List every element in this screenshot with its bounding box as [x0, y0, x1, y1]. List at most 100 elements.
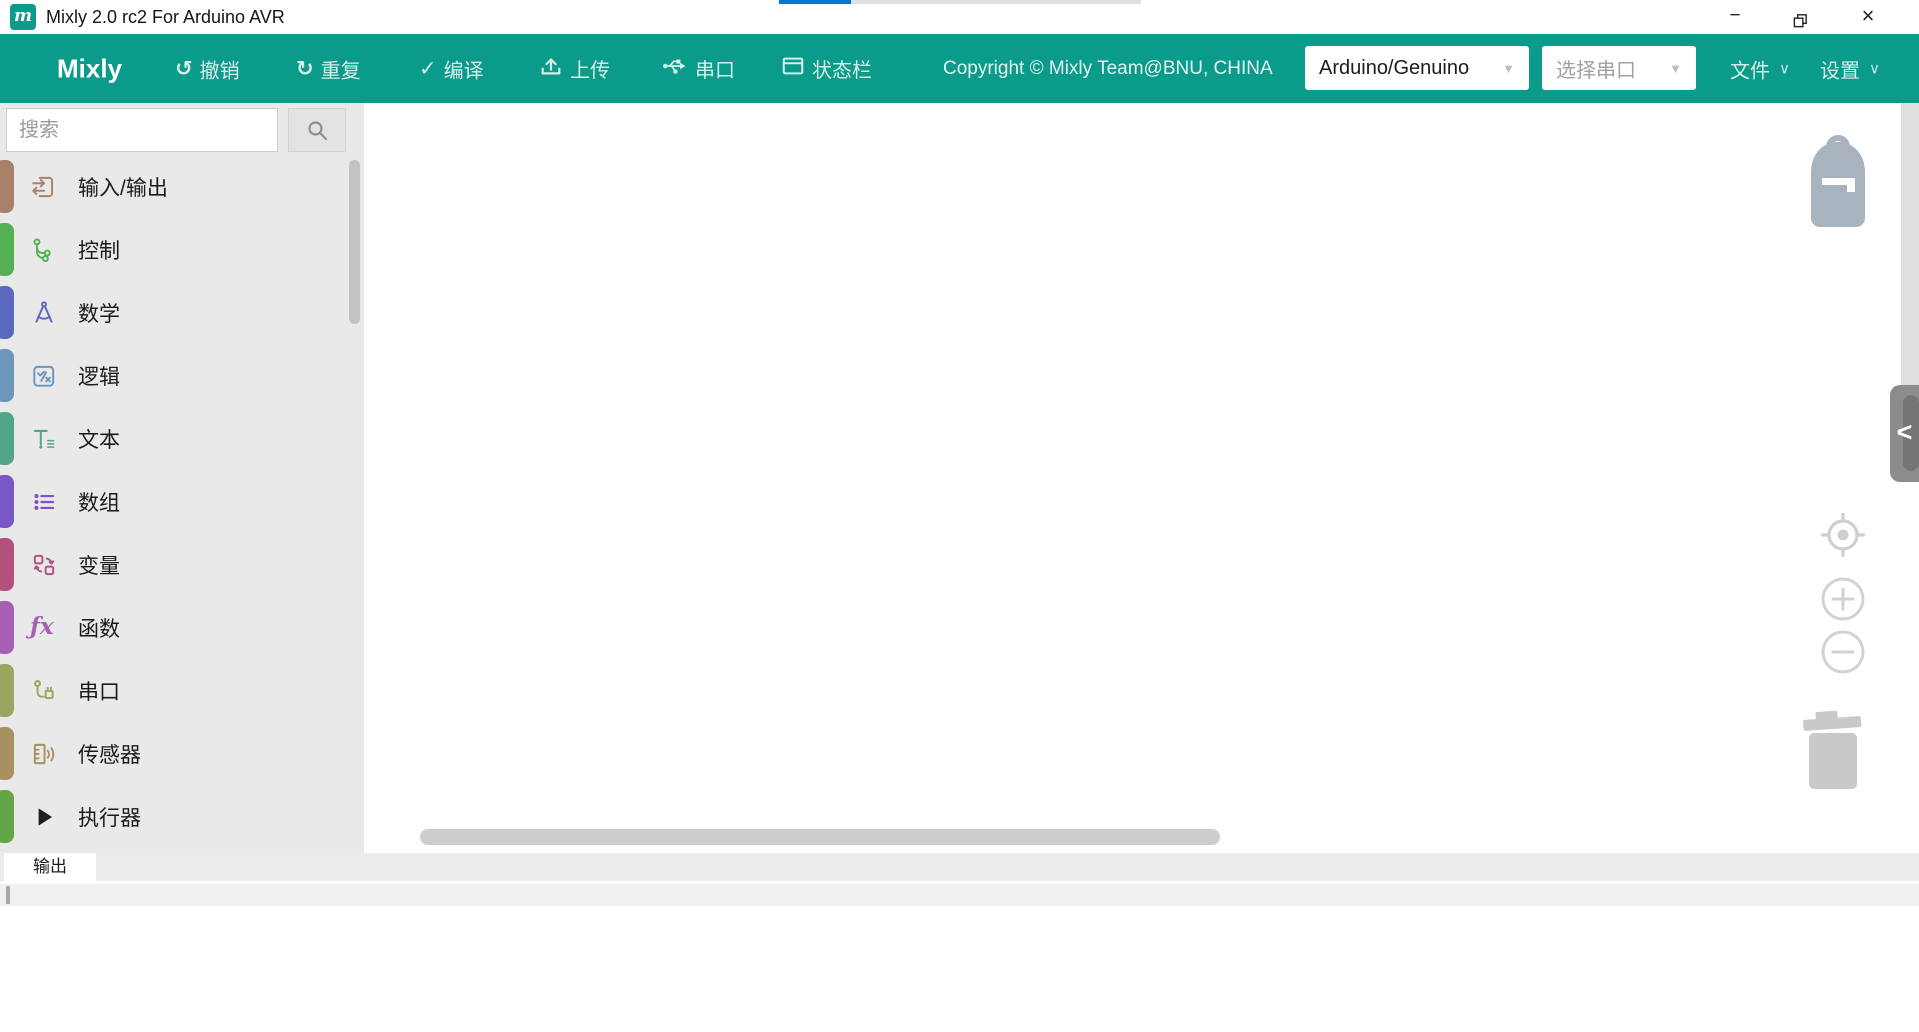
- sidebar: 输入/输出 控制: [0, 103, 364, 853]
- category-label: 数学: [78, 298, 120, 328]
- category-color-bar: [0, 412, 14, 465]
- function-fx-icon: ƒx: [30, 614, 58, 642]
- file-menu[interactable]: 文件 ∨: [1730, 54, 1790, 83]
- statusbar-label: 状态栏: [812, 54, 872, 83]
- actuator-play-icon: [30, 803, 58, 831]
- app-window: { "titlebar": { "app_title": "Mixly 2.0 …: [0, 0, 1919, 1032]
- category-label: 变量: [78, 550, 120, 580]
- text-icon: [30, 425, 58, 453]
- sensor-icon: [30, 740, 58, 768]
- search-button[interactable]: [288, 108, 346, 152]
- category-item-actuator[interactable]: 执行器: [0, 785, 364, 848]
- toolbar: Mixly ↺ 撤销 ↻ 重复 ✓ 编译 上传 串口: [0, 34, 1919, 103]
- statusbar-icon: [781, 54, 805, 84]
- minimize-button[interactable]: −: [1712, 0, 1758, 34]
- check-icon: ✓: [419, 58, 437, 79]
- undo-button[interactable]: ↺ 撤销: [175, 54, 240, 83]
- category-item-variable[interactable]: 变量: [0, 533, 364, 596]
- category-item-logic[interactable]: 逻辑: [0, 344, 364, 407]
- compile-button[interactable]: ✓ 编译: [419, 54, 484, 83]
- category-item-function[interactable]: ƒx 函数: [0, 596, 364, 659]
- category-color-bar: [0, 223, 14, 276]
- chevron-left-icon: <: [1890, 385, 1919, 482]
- control-icon: [30, 236, 58, 264]
- category-item-control[interactable]: 控制: [0, 218, 364, 281]
- serial-button[interactable]: 串口: [661, 54, 735, 84]
- category-color-bar: [0, 349, 14, 402]
- statusbar-button[interactable]: 状态栏: [781, 54, 872, 84]
- output-line: [0, 884, 1919, 906]
- restore-icon: [1792, 12, 1809, 29]
- board-selector[interactable]: Arduino/Genuino ▼: [1305, 46, 1529, 90]
- file-menu-label: 文件: [1730, 54, 1770, 83]
- category-item-array[interactable]: 数组: [0, 470, 364, 533]
- category-label: 执行器: [78, 802, 141, 832]
- category-label: 数组: [78, 487, 120, 517]
- category-color-bar: [0, 601, 14, 654]
- output-tabbar: 输出: [0, 853, 1919, 881]
- category-color-bar: [0, 160, 14, 213]
- canvas-horizontal-scrollbar[interactable]: [420, 829, 1220, 845]
- trash-icon[interactable]: [1802, 707, 1864, 796]
- restore-button[interactable]: [1777, 0, 1823, 34]
- chevron-down-icon: ∨: [1779, 60, 1790, 78]
- category-label: 函数: [78, 613, 120, 643]
- input-output-icon: [30, 173, 58, 201]
- undo-icon: ↺: [175, 58, 193, 79]
- brand-logo[interactable]: Mixly: [57, 53, 122, 84]
- tab-output[interactable]: 输出: [4, 853, 96, 881]
- compile-label: 编译: [444, 54, 484, 83]
- redo-button[interactable]: ↻ 重复: [296, 54, 361, 83]
- upload-label: 上传: [570, 54, 610, 83]
- variable-swap-icon: [30, 551, 58, 579]
- category-item-io[interactable]: 输入/输出: [0, 155, 364, 218]
- category-label: 文本: [78, 424, 120, 454]
- serial-label: 串口: [695, 54, 735, 83]
- backpack-icon[interactable]: [1808, 133, 1868, 233]
- serial-cable-icon: [30, 677, 58, 705]
- titlebar: m Mixly 2.0 rc2 For Arduino AVR − ×: [0, 0, 1919, 34]
- category-color-bar: [0, 790, 14, 843]
- app-title: Mixly 2.0 rc2 For Arduino AVR: [46, 0, 285, 34]
- upload-button[interactable]: 上传: [539, 54, 610, 84]
- zoom-out-button[interactable]: [1820, 629, 1866, 675]
- category-item-text[interactable]: 文本: [0, 407, 364, 470]
- category-item-math[interactable]: 数学: [0, 281, 364, 344]
- category-color-bar: [0, 475, 14, 528]
- right-panel-toggle[interactable]: <: [1890, 385, 1919, 482]
- sidebar-scrollbar[interactable]: [349, 160, 360, 324]
- category-color-bar: [0, 538, 14, 591]
- math-compass-icon: [30, 299, 58, 327]
- undo-label: 撤销: [200, 54, 240, 83]
- output-cursor: [6, 886, 10, 904]
- zoom-in-button[interactable]: [1820, 576, 1866, 622]
- close-button[interactable]: ×: [1845, 0, 1891, 34]
- blockly-workspace[interactable]: <: [364, 103, 1919, 853]
- usb-serial-icon: [661, 54, 688, 84]
- settings-menu[interactable]: 设置 ∨: [1820, 54, 1880, 83]
- loading-progress-bar: [779, 0, 1141, 4]
- search-input[interactable]: [6, 108, 278, 152]
- output-panel[interactable]: [0, 881, 1919, 1032]
- category-label: 逻辑: [78, 361, 120, 391]
- port-selector[interactable]: 选择串口 ▼: [1542, 46, 1696, 90]
- search-icon: [306, 119, 328, 141]
- category-item-sensor[interactable]: 传感器: [0, 722, 364, 785]
- board-selector-value: Arduino/Genuino: [1319, 57, 1469, 80]
- category-item-serial[interactable]: 串口: [0, 659, 364, 722]
- category-label: 输入/输出: [78, 172, 168, 202]
- category-label: 串口: [78, 676, 120, 706]
- chevron-down-icon: ▼: [1669, 61, 1682, 76]
- upload-icon: [539, 54, 563, 84]
- chevron-down-icon: ∨: [1869, 60, 1880, 78]
- logic-icon: [30, 362, 58, 390]
- settings-menu-label: 设置: [1820, 54, 1860, 83]
- category-color-bar: [0, 664, 14, 717]
- category-label: 传感器: [78, 739, 141, 769]
- app-logo-icon: m: [10, 4, 36, 30]
- center-view-button[interactable]: [1820, 512, 1866, 558]
- category-color-bar: [0, 727, 14, 780]
- category-color-bar: [0, 286, 14, 339]
- array-list-icon: [30, 488, 58, 516]
- chevron-down-icon: ▼: [1502, 61, 1515, 76]
